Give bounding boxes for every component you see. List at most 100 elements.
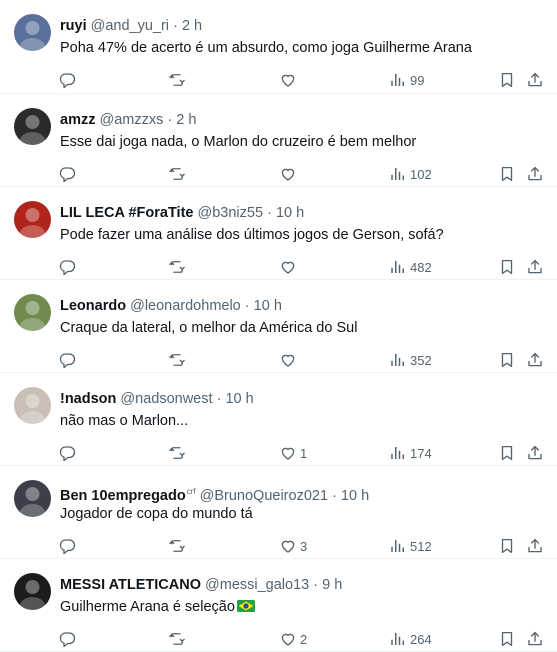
- reply-icon: [59, 260, 76, 276]
- tweet-text: Guilherme Arana é seleção: [60, 598, 255, 616]
- separator-dot: ·: [173, 18, 178, 34]
- timestamp[interactable]: 2 h: [182, 18, 202, 34]
- timestamp[interactable]: 10 h: [225, 391, 253, 407]
- tweet[interactable]: LIL LECA #ForaTite @b3niz55 · 10 h Pode …: [0, 187, 557, 280]
- user-handle[interactable]: @leonardohmelo: [130, 298, 241, 314]
- user-handle[interactable]: @amzzxs: [100, 112, 164, 128]
- avatar[interactable]: [14, 201, 51, 238]
- heart-icon: [281, 74, 295, 87]
- like-button[interactable]: 2: [279, 629, 307, 649]
- views-icon: [391, 261, 404, 273]
- tweet[interactable]: amzz @amzzxs · 2 h Esse dai joga nada, o…: [0, 94, 557, 187]
- retweet-button[interactable]: [168, 164, 186, 184]
- user-handle[interactable]: @and_yu_ri: [91, 18, 169, 34]
- retweet-button[interactable]: [168, 70, 186, 90]
- tweet-header: LIL LECA #ForaTite @b3niz55 · 10 h: [60, 204, 304, 222]
- tweet[interactable]: MESSI ATLETICANO @messi_galo13 · 9 h Gui…: [0, 559, 557, 652]
- user-handle[interactable]: @nadsonwest: [120, 391, 212, 407]
- display-name[interactable]: Leonardo: [60, 298, 126, 314]
- avatar[interactable]: [14, 387, 51, 424]
- display-name[interactable]: amzz: [60, 112, 95, 128]
- views-button[interactable]: 102: [389, 164, 432, 184]
- share-button[interactable]: [526, 164, 544, 184]
- separator-dot: ·: [244, 298, 250, 314]
- tweet[interactable]: Leonardo @leonardohmelo · 10 h Craque da…: [0, 280, 557, 373]
- retweet-button[interactable]: [168, 629, 186, 649]
- views-button[interactable]: 352: [389, 350, 432, 370]
- share-icon: [528, 259, 542, 274]
- like-button[interactable]: 3: [279, 536, 307, 556]
- bookmark-icon: [501, 352, 513, 368]
- user-handle[interactable]: @messi_galo13: [205, 577, 309, 593]
- avatar[interactable]: [14, 294, 51, 331]
- heart-icon: [281, 447, 295, 460]
- reply-feed: ruyi @and_yu_ri · 2 h Poha 47% de acerto…: [0, 0, 557, 652]
- tweet-actions: 99: [0, 70, 557, 90]
- reply-button[interactable]: [58, 257, 76, 277]
- share-button[interactable]: [526, 70, 544, 90]
- display-name[interactable]: ruyi: [60, 18, 87, 34]
- views-button[interactable]: 482: [389, 257, 432, 277]
- reply-button[interactable]: [58, 443, 76, 463]
- user-handle[interactable]: @b3niz55: [198, 205, 264, 221]
- share-button[interactable]: [526, 443, 544, 463]
- like-button[interactable]: 1: [279, 443, 307, 463]
- like-button[interactable]: [279, 350, 300, 370]
- share-button[interactable]: [526, 257, 544, 277]
- views-button[interactable]: 99: [389, 70, 424, 90]
- avatar[interactable]: [14, 14, 51, 51]
- user-handle[interactable]: @BrunoQueiroz021: [200, 488, 328, 504]
- tweet[interactable]: ruyi @and_yu_ri · 2 h Poha 47% de acerto…: [0, 0, 557, 94]
- timestamp[interactable]: 10 h: [254, 298, 282, 314]
- avatar[interactable]: [14, 480, 51, 517]
- views-button[interactable]: 264: [389, 629, 432, 649]
- bookmark-button[interactable]: [498, 350, 516, 370]
- reply-button[interactable]: [58, 629, 76, 649]
- like-button[interactable]: [279, 70, 300, 90]
- tweet-actions: 352: [0, 350, 557, 370]
- like-button[interactable]: [279, 257, 300, 277]
- retweet-button[interactable]: [168, 257, 186, 277]
- views-button[interactable]: 174: [389, 443, 432, 463]
- reply-icon: [59, 167, 76, 183]
- reply-button[interactable]: [58, 70, 76, 90]
- retweet-button[interactable]: [168, 350, 186, 370]
- bookmark-button[interactable]: [498, 257, 516, 277]
- display-name[interactable]: !nadson: [60, 391, 116, 407]
- bookmark-button[interactable]: [498, 536, 516, 556]
- share-button[interactable]: [526, 350, 544, 370]
- retweet-icon: [169, 540, 185, 552]
- like-button[interactable]: [279, 164, 300, 184]
- bookmark-button[interactable]: [498, 164, 516, 184]
- reply-button[interactable]: [58, 350, 76, 370]
- bookmark-button[interactable]: [498, 443, 516, 463]
- reply-button[interactable]: [58, 536, 76, 556]
- bookmark-button[interactable]: [498, 629, 516, 649]
- view-count: 352: [410, 352, 432, 368]
- retweet-button[interactable]: [168, 536, 186, 556]
- tweet[interactable]: !nadson @nadsonwest · 10 h não mas o Mar…: [0, 373, 557, 466]
- tweet-text-content: Craque da lateral, o melhor da América d…: [60, 320, 358, 336]
- timestamp[interactable]: 2 h: [176, 112, 196, 128]
- timestamp[interactable]: 9 h: [322, 577, 342, 593]
- timestamp[interactable]: 10 h: [341, 488, 369, 504]
- share-button[interactable]: [526, 629, 544, 649]
- timestamp[interactable]: 10 h: [276, 205, 304, 221]
- display-name[interactable]: MESSI ATLETICANO: [60, 577, 201, 593]
- retweet-button[interactable]: [168, 443, 186, 463]
- view-count: 99: [410, 72, 425, 88]
- separator-dot: ·: [267, 205, 272, 221]
- tweet[interactable]: Ben 10empregadocrf @BrunoQueiroz021 · 10…: [0, 466, 557, 559]
- share-icon: [528, 166, 542, 181]
- avatar[interactable]: [14, 573, 51, 610]
- views-button[interactable]: 512: [389, 536, 432, 556]
- avatar[interactable]: [14, 108, 51, 145]
- share-icon: [528, 445, 542, 460]
- share-button[interactable]: [526, 536, 544, 556]
- bookmark-button[interactable]: [498, 70, 516, 90]
- display-name[interactable]: LIL LECA #ForaTite: [60, 205, 193, 221]
- reply-button[interactable]: [58, 164, 76, 184]
- separator-dot: ·: [167, 112, 173, 128]
- display-name[interactable]: Ben 10empregado: [60, 488, 186, 504]
- retweet-icon: [169, 354, 185, 366]
